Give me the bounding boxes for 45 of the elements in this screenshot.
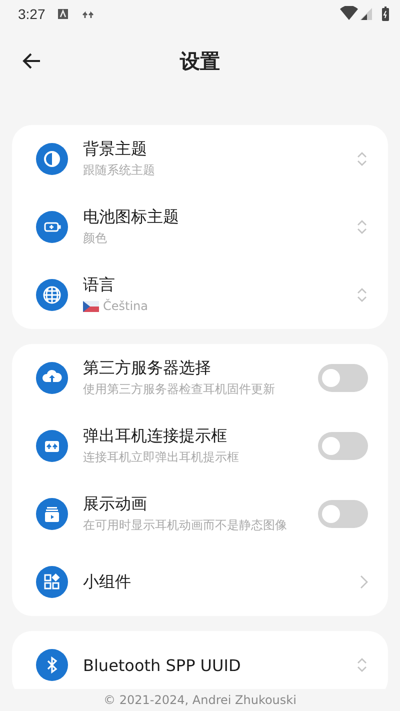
setting-title: 弹出耳机连接提示框 xyxy=(83,426,228,448)
setting-description: 使用第三方服务器检查耳机固件更新 xyxy=(83,381,276,398)
contrast-icon xyxy=(36,143,68,175)
popup-icon xyxy=(36,430,68,462)
setting-description: 跟随系统主题 xyxy=(83,162,156,179)
setting-description: 在可用时显示耳机动画而不是静态图像 xyxy=(83,517,288,534)
settings-row[interactable]: Bluetooth SPP UUID xyxy=(12,631,388,689)
settings-row[interactable]: 背景主题 跟随系统主题 xyxy=(12,125,388,193)
battery-icon xyxy=(36,211,68,243)
updown-chevron-icon xyxy=(356,218,368,236)
status-time: 3:27 xyxy=(18,6,46,22)
globe-icon xyxy=(36,279,68,311)
toggle-switch[interactable] xyxy=(318,500,368,528)
settings-row[interactable]: 电池图标主题 颜色 xyxy=(12,193,388,261)
chevron-right-icon xyxy=(360,575,368,589)
cloud-upload-icon xyxy=(36,362,68,394)
settings-row[interactable]: 小组件 xyxy=(12,548,388,616)
setting-title: Bluetooth SPP UUID xyxy=(83,656,242,674)
updown-chevron-icon xyxy=(356,656,368,674)
earbuds-icon xyxy=(81,9,96,19)
toggle-switch[interactable] xyxy=(318,364,368,392)
bluetooth-icon xyxy=(36,649,68,681)
settings-row[interactable]: 展示动画 在可用时显示耳机动画而不是静态图像 xyxy=(12,480,388,548)
setting-title: 语言 xyxy=(83,275,116,296)
setting-value: Čeština xyxy=(103,298,148,315)
setting-title: 电池图标主题 xyxy=(83,207,180,228)
video-icon xyxy=(36,498,68,530)
settings-row[interactable]: 弹出耳机连接提示框 连接耳机立即弹出耳机提示框 xyxy=(12,412,388,480)
status-icons-drawing xyxy=(340,6,390,22)
settings-row[interactable]: 第三方服务器选择 使用第三方服务器检查耳机固件更新 xyxy=(12,344,388,412)
notification-icon xyxy=(57,8,70,20)
setting-description: 连接耳机立即弹出耳机提示框 xyxy=(83,449,240,466)
setting-title: 小组件 xyxy=(83,572,132,592)
setting-description: 颜色 xyxy=(83,230,108,247)
setting-title: 背景主题 xyxy=(83,139,148,160)
updown-chevron-icon xyxy=(356,150,368,168)
copyright-text: © 2021-2024, Andrei Zhukouski xyxy=(104,693,296,707)
widgets-icon xyxy=(36,566,68,598)
updown-chevron-icon xyxy=(356,286,368,304)
settings-row[interactable]: 语言 Čeština xyxy=(12,261,388,329)
setting-title: 展示动画 xyxy=(83,494,148,516)
setting-title: 第三方服务器选择 xyxy=(83,358,212,380)
flag-icon xyxy=(83,300,99,312)
page-title: 设置 xyxy=(180,48,220,74)
toggle-switch[interactable] xyxy=(318,432,368,460)
